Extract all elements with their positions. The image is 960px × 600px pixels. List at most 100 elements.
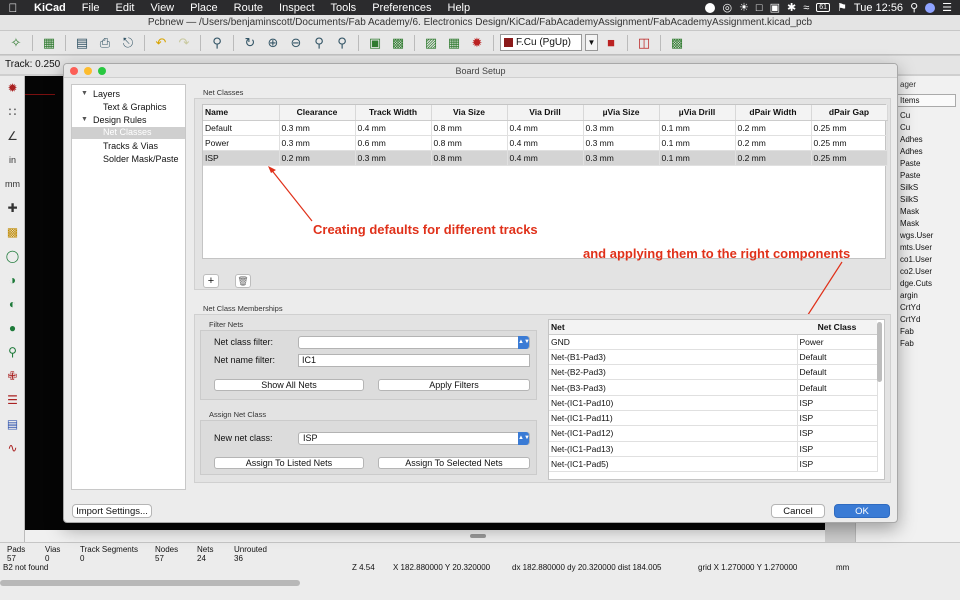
polar-coords-icon[interactable]: ∠ (0, 124, 25, 148)
zoom-out-icon[interactable]: ⊖ (286, 34, 306, 52)
table-cell[interactable]: 0.4 mm (355, 120, 432, 136)
zoom-selection-icon[interactable]: ⚲ (332, 34, 352, 52)
layer-item[interactable]: CrtYd (900, 302, 933, 314)
table-cell[interactable]: 0.2 mm (735, 135, 812, 151)
units-mm-icon[interactable]: mm (0, 172, 25, 196)
net-cell[interactable]: Net-(IC1-Pad12) (549, 425, 798, 442)
tree-item-net-classes[interactable]: Net Classes (72, 127, 185, 139)
layer-item[interactable]: mts.User (900, 242, 933, 254)
table-cell[interactable]: 0.25 mm (811, 120, 888, 136)
net-cell[interactable]: Net-(B2-Pad3) (549, 364, 798, 381)
expand-triangle-icon[interactable]: ▼ (81, 116, 88, 123)
search-icon[interactable]: ⚲ (910, 1, 918, 14)
table-cell[interactable]: 0.1 mm (659, 135, 736, 151)
units-inch-icon[interactable]: in (0, 148, 25, 172)
plot-icon[interactable]: ⎋ (118, 34, 138, 52)
column-header[interactable]: µVia Size (583, 105, 660, 121)
layer-item[interactable]: Fab (900, 338, 933, 350)
table-row[interactable]: Net-(IC1-Pad13) ISP (549, 441, 878, 457)
layer-item[interactable]: Paste (900, 170, 933, 182)
page-settings-icon[interactable]: ▤ (72, 34, 92, 52)
layer-item[interactable]: dge.Cuts (900, 278, 933, 290)
layer-item[interactable]: Fab (900, 326, 933, 338)
layer-item[interactable]: co2.User (900, 266, 933, 278)
layer-select[interactable]: F.Cu (PgUp) (500, 34, 582, 51)
menu-file[interactable]: File (74, 2, 108, 14)
net-class-cell[interactable]: ISP (797, 456, 878, 473)
table-cell[interactable]: 0.2 mm (279, 150, 356, 166)
menu-view[interactable]: View (142, 2, 182, 14)
status-icon-3[interactable]: ☀ (739, 1, 749, 14)
column-header[interactable]: dPair Gap (811, 105, 888, 121)
tree-item-design-rules[interactable]: Design Rules (93, 115, 147, 125)
apply-filters-button[interactable]: Apply Filters (378, 379, 530, 391)
assign-listed-nets-button[interactable]: Assign To Listed Nets (214, 457, 364, 469)
table-cell[interactable]: 0.6 mm (355, 135, 432, 151)
menu-clock[interactable]: Tue 12:56 (854, 2, 903, 14)
layer-item[interactable]: co1.User (900, 254, 933, 266)
column-header[interactable]: µVia Drill (659, 105, 736, 121)
track-width-select[interactable]: Track: 0.250 (5, 59, 60, 70)
high-contrast-icon[interactable]: ✙ (0, 364, 25, 388)
tree-item-text-graphics[interactable]: Text & Graphics (103, 102, 167, 112)
net-class-cell[interactable]: ISP (797, 395, 878, 411)
print-icon[interactable]: ⎙ (95, 34, 115, 52)
column-header-net-class[interactable]: Net Class (797, 320, 877, 335)
table-cell[interactable]: 0.4 mm (507, 120, 584, 136)
find-icon[interactable]: ⚲ (207, 34, 227, 52)
undo-icon[interactable]: ↶ (151, 34, 171, 52)
net-cell[interactable]: Net-(B1-Pad3) (549, 349, 798, 366)
zoom-fit-icon[interactable]: ⚲ (309, 34, 329, 52)
table-row-selected[interactable]: ISP 0.2 mm 0.3 mm 0.8 mm 0.4 mm 0.3 mm 0… (203, 150, 888, 166)
scrollbar-thumb[interactable] (470, 534, 486, 538)
table-cell[interactable]: 0.4 mm (507, 135, 584, 151)
net-cell[interactable]: Net-(IC1-Pad5) (549, 456, 798, 473)
assign-selected-nets-button[interactable]: Assign To Selected Nets (378, 457, 530, 469)
bluetooth-icon[interactable]: ✱ (787, 1, 796, 14)
net-class-cell[interactable]: Power (797, 334, 878, 350)
table-row[interactable]: Default 0.3 mm 0.4 mm 0.8 mm 0.4 mm 0.3 … (203, 120, 888, 136)
column-header[interactable]: Name (203, 105, 280, 121)
table-row[interactable]: Net-(IC1-Pad10) ISP (549, 395, 878, 411)
column-header[interactable]: Track Width (355, 105, 432, 121)
table-cell[interactable]: 0.8 mm (431, 150, 508, 166)
drc-marker-icon[interactable]: ✹ (0, 76, 25, 100)
net-name-filter-input[interactable]: IC1 (298, 354, 530, 367)
redo-icon[interactable]: ↷ (174, 34, 194, 52)
via-sketch-icon[interactable]: ◑ (0, 268, 25, 292)
net-cell[interactable]: Net-(IC1-Pad13) (549, 441, 798, 457)
apple-icon[interactable]:  (0, 1, 26, 15)
scripting-console-icon[interactable]: ▩ (667, 34, 687, 52)
table-cell[interactable]: Power (203, 135, 280, 151)
table-row[interactable]: Net-(IC1-Pad11) ISP (549, 410, 878, 427)
table-cell[interactable]: 0.3 mm (355, 150, 432, 166)
zone-outline-icon[interactable]: ⚲ (0, 340, 25, 364)
import-settings-button[interactable]: Import Settings... (72, 504, 152, 518)
menu-preferences[interactable]: Preferences (364, 2, 439, 14)
status-icon-4[interactable]: □ (756, 2, 763, 14)
column-header[interactable]: Via Drill (507, 105, 584, 121)
menu-help[interactable]: Help (440, 2, 479, 14)
microwave-icon[interactable]: ∿ (0, 436, 25, 460)
chevron-updown-icon[interactable]: ▲▼ (518, 432, 530, 445)
cancel-button[interactable]: Cancel (771, 504, 825, 518)
net-table-scrollbar[interactable] (877, 322, 882, 382)
column-header[interactable]: Via Size (431, 105, 508, 121)
layer-item[interactable]: Mask (900, 206, 933, 218)
battery-icon[interactable]: 61 (816, 3, 831, 12)
status-scrollbar[interactable] (0, 580, 300, 586)
menu-list-icon[interactable]: ☰ (942, 1, 952, 14)
table-cell[interactable]: 0.3 mm (583, 150, 660, 166)
ok-button[interactable]: OK (834, 504, 890, 518)
column-header-net[interactable]: Net (549, 320, 797, 335)
new-net-class-select[interactable]: ISP ▲▼ (298, 432, 530, 445)
chevron-updown-icon[interactable]: ▲▼ (518, 336, 530, 349)
siri-icon[interactable] (925, 2, 936, 13)
update-from-schematic-icon[interactable]: ▦ (444, 34, 464, 52)
canvas-horizontal-scrollbar[interactable] (25, 530, 825, 542)
menu-place[interactable]: Place (182, 2, 226, 14)
refresh-icon[interactable]: ↻ (240, 34, 260, 52)
table-cell[interactable]: 0.8 mm (431, 135, 508, 151)
update-pcb-icon[interactable]: ✧ (6, 34, 26, 52)
netlist-icon[interactable]: ▨ (421, 34, 441, 52)
